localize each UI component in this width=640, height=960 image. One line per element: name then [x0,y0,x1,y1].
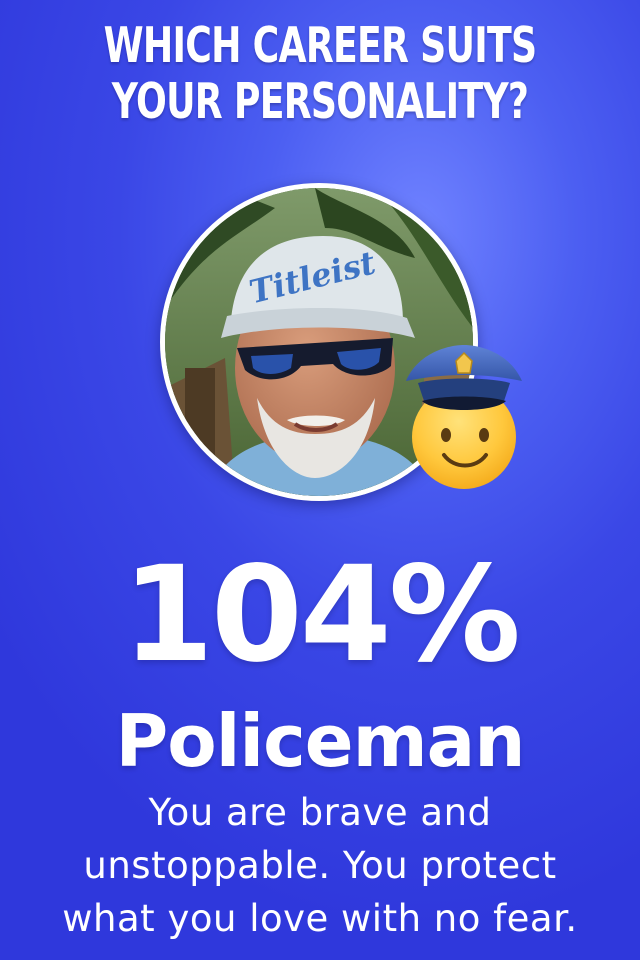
career-description: You are brave and unstoppable. You prote… [0,786,640,945]
career-description-line-3: what you love with no fear. [62,897,578,940]
quiz-title-line-2: YOUR PERSONALITY? [111,73,529,130]
career-description-line-1: You are brave and [148,791,492,834]
police-officer-emoji-icon [398,343,530,493]
career-description-line-2: unstoppable. You protect [83,844,557,887]
career-result-title: Policeman [115,699,526,783]
quiz-result-card: WHICH CAREER SUITS YOUR PERSONALITY? Tit… [0,0,640,960]
quiz-title: WHICH CAREER SUITS YOUR PERSONALITY? [83,18,557,130]
quiz-title-line-1: WHICH CAREER SUITS [103,17,537,74]
match-percentage: 104% [122,538,521,692]
